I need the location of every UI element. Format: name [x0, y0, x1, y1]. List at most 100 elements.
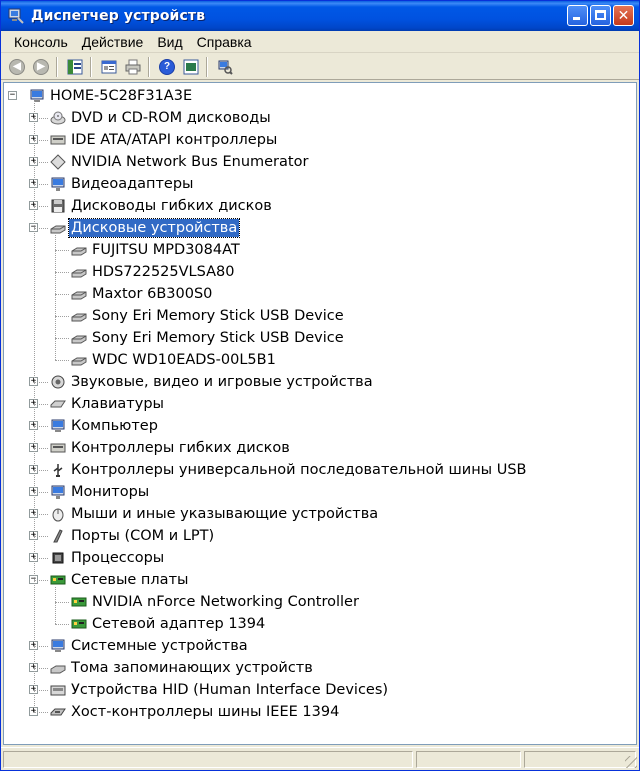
tree-connector [34, 558, 48, 559]
tree-node-label: Дисководы гибких дисков [71, 198, 272, 214]
tree-category[interactable]: Порты (COM и LPT) [50, 525, 216, 547]
tree-category[interactable]: Устройства HID (Human Interface Devices) [50, 679, 390, 701]
tree-node-label: Видеоадаптеры [71, 176, 194, 192]
tree-category[interactable]: Мыши и иные указывающие устройства [50, 503, 380, 525]
close-icon: ✕ [617, 7, 630, 24]
forward-button[interactable]: ▶ [30, 56, 52, 78]
back-button[interactable]: ◀ [6, 56, 28, 78]
floppy-drive-icon [50, 198, 66, 214]
tree-connector [34, 514, 48, 515]
usb-icon [50, 462, 66, 478]
tree-connector [55, 602, 69, 603]
tree-node-label: HDS722525VLSA80 [92, 264, 235, 280]
tree-device[interactable]: FUJITSU MPD3084AT [71, 239, 242, 261]
system-device-icon [50, 638, 66, 654]
tree-category[interactable]: Компьютер [50, 415, 160, 437]
device-tree[interactable]: − HOME-5C28F31A3E + DVD и CD-ROM дисководы +… [3, 82, 637, 745]
tree-node-label: NVIDIA nForce Networking Controller [92, 594, 359, 610]
tree-node-label: Клавиатуры [71, 396, 164, 412]
title-bar[interactable]: Диспетчер устройств ✕ [1, 1, 639, 31]
tree-connector [34, 448, 48, 449]
bus-enumerator-icon [50, 154, 66, 170]
tree-category[interactable]: DVD и CD-ROM дисководы [50, 107, 273, 129]
print-button[interactable] [122, 56, 144, 78]
help-button[interactable]: ? [156, 56, 178, 78]
tree-device[interactable]: Сетевой адаптер 1394 [71, 613, 267, 635]
tree-category[interactable]: Звуковые, видео и игровые устройства [50, 371, 375, 393]
tree-node-label: Процессоры [71, 550, 165, 566]
window-title: Диспетчер устройств [31, 8, 206, 24]
hard-disk-icon [71, 242, 87, 258]
properties-icon [101, 60, 117, 73]
tree-category[interactable]: Контроллеры гибких дисков [50, 437, 292, 459]
toolbar-separator [148, 56, 150, 77]
storage-volume-icon [50, 660, 66, 676]
tree-node-label: IDE ATA/ATAPI контроллеры [71, 132, 278, 148]
maximize-button[interactable] [590, 5, 611, 26]
tree-category[interactable]: Дисковые устройства [50, 217, 241, 239]
hard-disk-icon [71, 352, 87, 368]
tree-node-label: Sony Eri Memory Stick USB Device [92, 330, 344, 346]
collapse-toggle[interactable]: − [8, 91, 17, 100]
status-bar [1, 747, 639, 770]
tree-connector [34, 206, 48, 207]
tree-device[interactable]: Maxtor 6B300S0 [71, 283, 214, 305]
tree-node-label: DVD и CD-ROM дисководы [71, 110, 271, 126]
tree-device[interactable]: Sony Eri Memory Stick USB Device [71, 305, 346, 327]
help-icon: ? [159, 58, 175, 75]
tree-category[interactable]: Процессоры [50, 547, 166, 569]
tree-node-label: Maxtor 6B300S0 [92, 286, 213, 302]
tree-node-label: Мыши и иные указывающие устройства [71, 506, 379, 522]
tree-connector [34, 580, 48, 581]
tree-connector [34, 492, 48, 493]
tree-node-label: Устройства HID (Human Interface Devices) [71, 682, 389, 698]
tree-category[interactable]: Хост-контроллеры шины IEEE 1394 [50, 701, 341, 723]
toolbar-separator [90, 56, 92, 77]
tree-category[interactable]: Контроллеры универсальной последовательн… [50, 459, 529, 481]
tree-category[interactable]: Дисководы гибких дисков [50, 195, 274, 217]
tree-device[interactable]: HDS722525VLSA80 [71, 261, 236, 283]
tree-connector [34, 101, 35, 712]
tree-connector [55, 250, 69, 251]
tree-connector [34, 668, 48, 669]
menu-item-3[interactable]: Справка [190, 34, 259, 50]
tree-connector [34, 162, 48, 163]
properties-button[interactable] [98, 56, 120, 78]
tree-connector [55, 235, 56, 360]
scan-hardware-button[interactable] [214, 56, 236, 78]
back-icon: ◀ [9, 58, 25, 75]
tree-category[interactable]: IDE ATA/ATAPI контроллеры [50, 129, 279, 151]
port-icon [50, 528, 66, 544]
tree-category[interactable]: Мониторы [50, 481, 151, 503]
tree-node-label: FUJITSU MPD3084AT [92, 242, 240, 258]
tree-category[interactable]: NVIDIA Network Bus Enumerator [50, 151, 310, 173]
tree-category[interactable]: Видеоадаптеры [50, 173, 196, 195]
tree-connector [34, 118, 48, 119]
tree-view-button[interactable] [64, 56, 86, 78]
maximize-icon [595, 10, 606, 20]
floppy-controller-icon [50, 440, 66, 456]
tree-connector [34, 536, 48, 537]
view-button[interactable] [180, 56, 202, 78]
tree-category[interactable]: Клавиатуры [50, 393, 166, 415]
tree-connector [34, 426, 48, 427]
tree-node-label: Дисковые устройства [67, 218, 241, 238]
menu-item-2[interactable]: Вид [150, 34, 189, 50]
tree-category[interactable]: Сетевые платы [50, 569, 190, 591]
tree-category[interactable]: Системные устройства [50, 635, 250, 657]
menu-item-0[interactable]: Консоль [7, 34, 75, 50]
toolbar-separator [56, 56, 58, 77]
monitor-icon [50, 484, 66, 500]
minimize-button[interactable] [567, 5, 588, 26]
tree-root[interactable]: HOME-5C28F31A3E [29, 85, 194, 107]
network-adapter-icon [71, 616, 87, 632]
resize-grip[interactable] [625, 756, 637, 768]
tree-category[interactable]: Тома запоминающих устройств [50, 657, 315, 679]
close-button[interactable]: ✕ [613, 5, 634, 26]
menu-item-1[interactable]: Действие [75, 34, 151, 50]
tree-device[interactable]: Sony Eri Memory Stick USB Device [71, 327, 346, 349]
tree-device[interactable]: WDC WD10EADS-00L5B1 [71, 349, 278, 371]
computer-icon [50, 418, 66, 434]
tree-connector [34, 646, 48, 647]
tree-device[interactable]: NVIDIA nForce Networking Controller [71, 591, 361, 613]
